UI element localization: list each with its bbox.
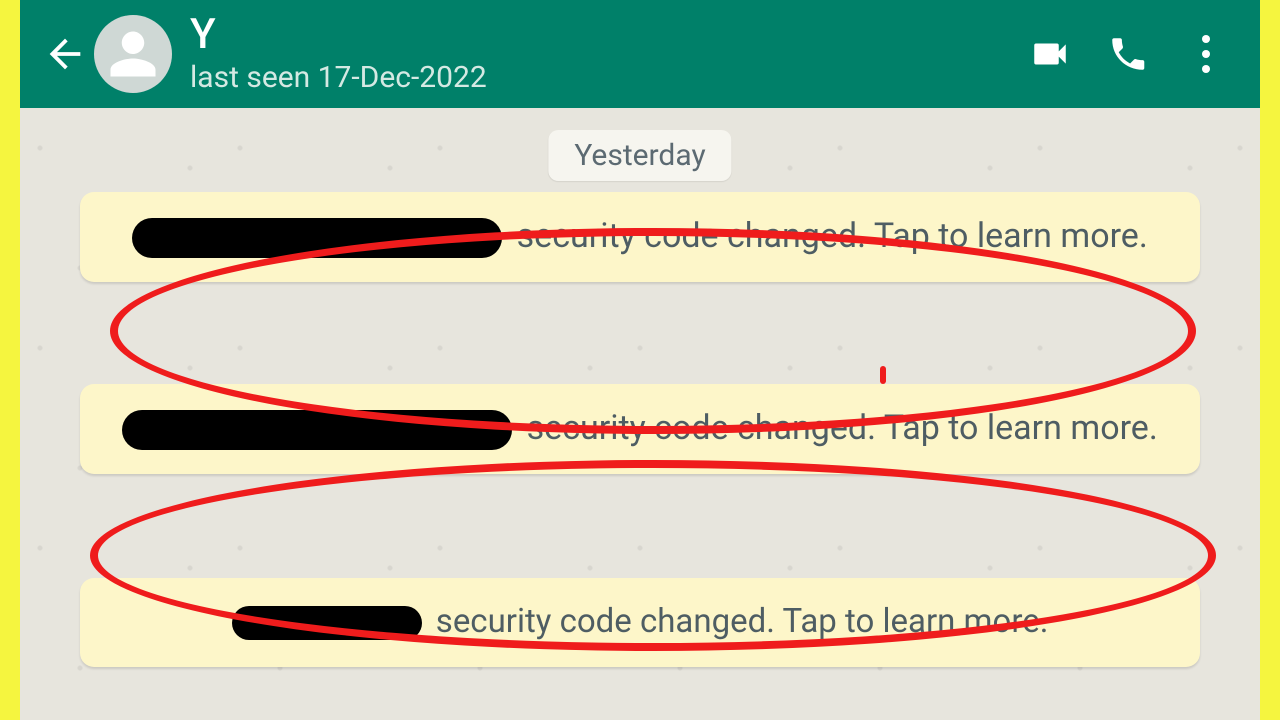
redacted-contact-name bbox=[132, 218, 502, 258]
redacted-contact-name bbox=[232, 606, 422, 640]
contact-name: Y bbox=[190, 14, 487, 56]
system-message-text: security code changed. Tap to learn more… bbox=[527, 408, 1158, 448]
chat-body[interactable]: Yesterday security code changed. Tap to … bbox=[20, 108, 1260, 720]
contact-info[interactable]: Y last seen 17-Dec-2022 bbox=[190, 14, 487, 95]
dot-icon bbox=[1202, 35, 1210, 43]
video-call-button[interactable] bbox=[1014, 18, 1086, 90]
system-message[interactable]: security code changed. Tap to learn more… bbox=[80, 192, 1200, 282]
chat-header: Y last seen 17-Dec-2022 bbox=[20, 0, 1260, 108]
back-button[interactable] bbox=[38, 27, 92, 81]
system-message-text: security code changed. Tap to learn more… bbox=[436, 602, 1049, 641]
system-message[interactable]: security code changed. Tap to learn more… bbox=[80, 384, 1200, 474]
system-message-text: security code changed. Tap to learn more… bbox=[517, 216, 1148, 256]
chat-screen: Y last seen 17-Dec-2022 Yesterday securi… bbox=[20, 0, 1260, 720]
date-label: Yesterday bbox=[574, 138, 705, 173]
dot-icon bbox=[1202, 50, 1210, 58]
date-pill: Yesterday bbox=[548, 130, 731, 181]
voice-call-button[interactable] bbox=[1092, 18, 1164, 90]
annotation-mark bbox=[880, 366, 886, 384]
dot-icon bbox=[1202, 65, 1210, 73]
last-seen-text: last seen 17-Dec-2022 bbox=[190, 60, 487, 95]
contact-avatar[interactable] bbox=[94, 15, 172, 93]
system-message[interactable]: security code changed. Tap to learn more… bbox=[80, 578, 1200, 667]
redacted-contact-name bbox=[122, 410, 512, 450]
more-options-button[interactable] bbox=[1170, 18, 1242, 90]
